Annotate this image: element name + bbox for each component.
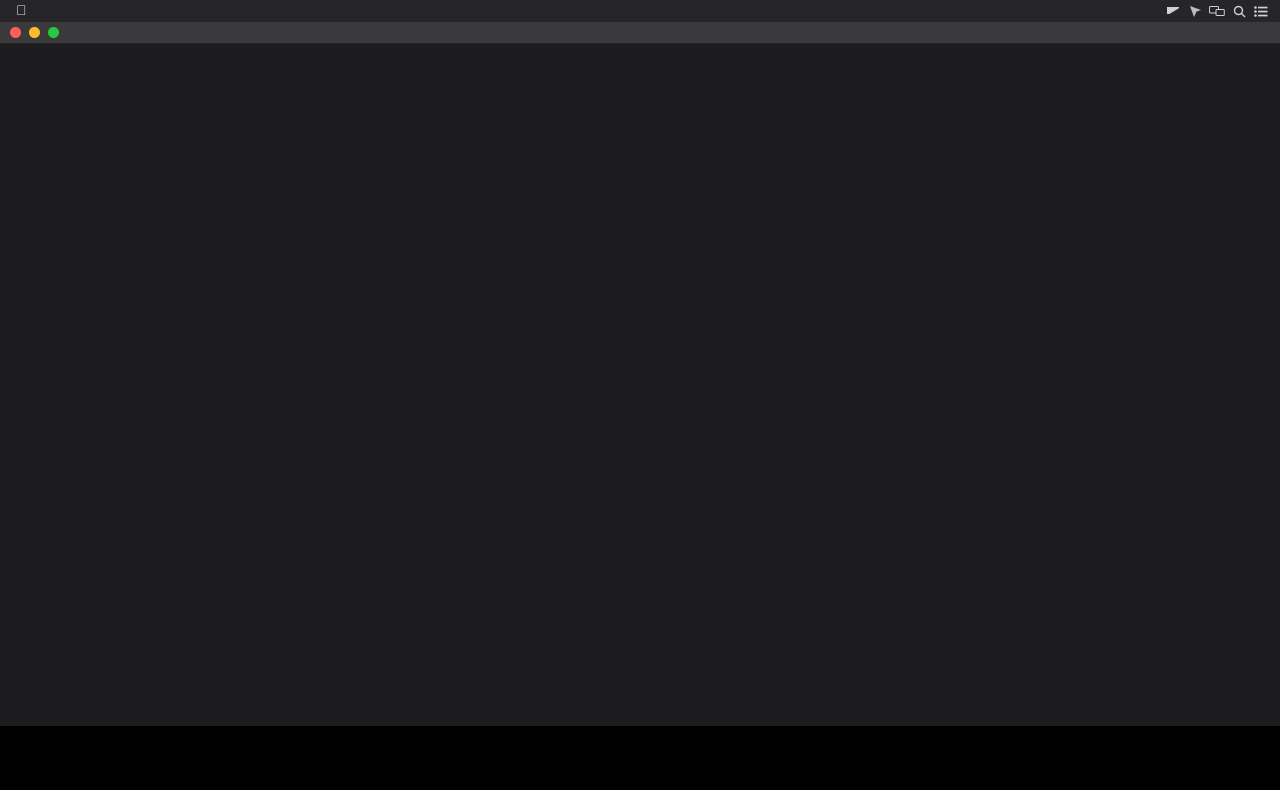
app-screen: : [0, 0, 1280, 790]
apple-menu-icon[interactable]: : [8, 3, 37, 19]
control-center-icon[interactable]: [1250, 0, 1272, 22]
cursor-icon[interactable]: [1184, 0, 1206, 22]
menu-app-name[interactable]: [0, 44, 1280, 726]
display-icon[interactable]: [1162, 0, 1184, 22]
macos-dock: [0, 724, 1280, 790]
search-icon[interactable]: [1228, 0, 1250, 22]
close-button[interactable]: [10, 27, 21, 38]
window-titlebar: [0, 22, 1280, 44]
screen-share-icon[interactable]: [1206, 0, 1228, 22]
window-traffic-lights: [0, 27, 59, 38]
minimize-button[interactable]: [29, 27, 40, 38]
dock-items: [634, 726, 646, 788]
maximize-button[interactable]: [48, 27, 59, 38]
macos-menubar: : [0, 0, 1280, 22]
